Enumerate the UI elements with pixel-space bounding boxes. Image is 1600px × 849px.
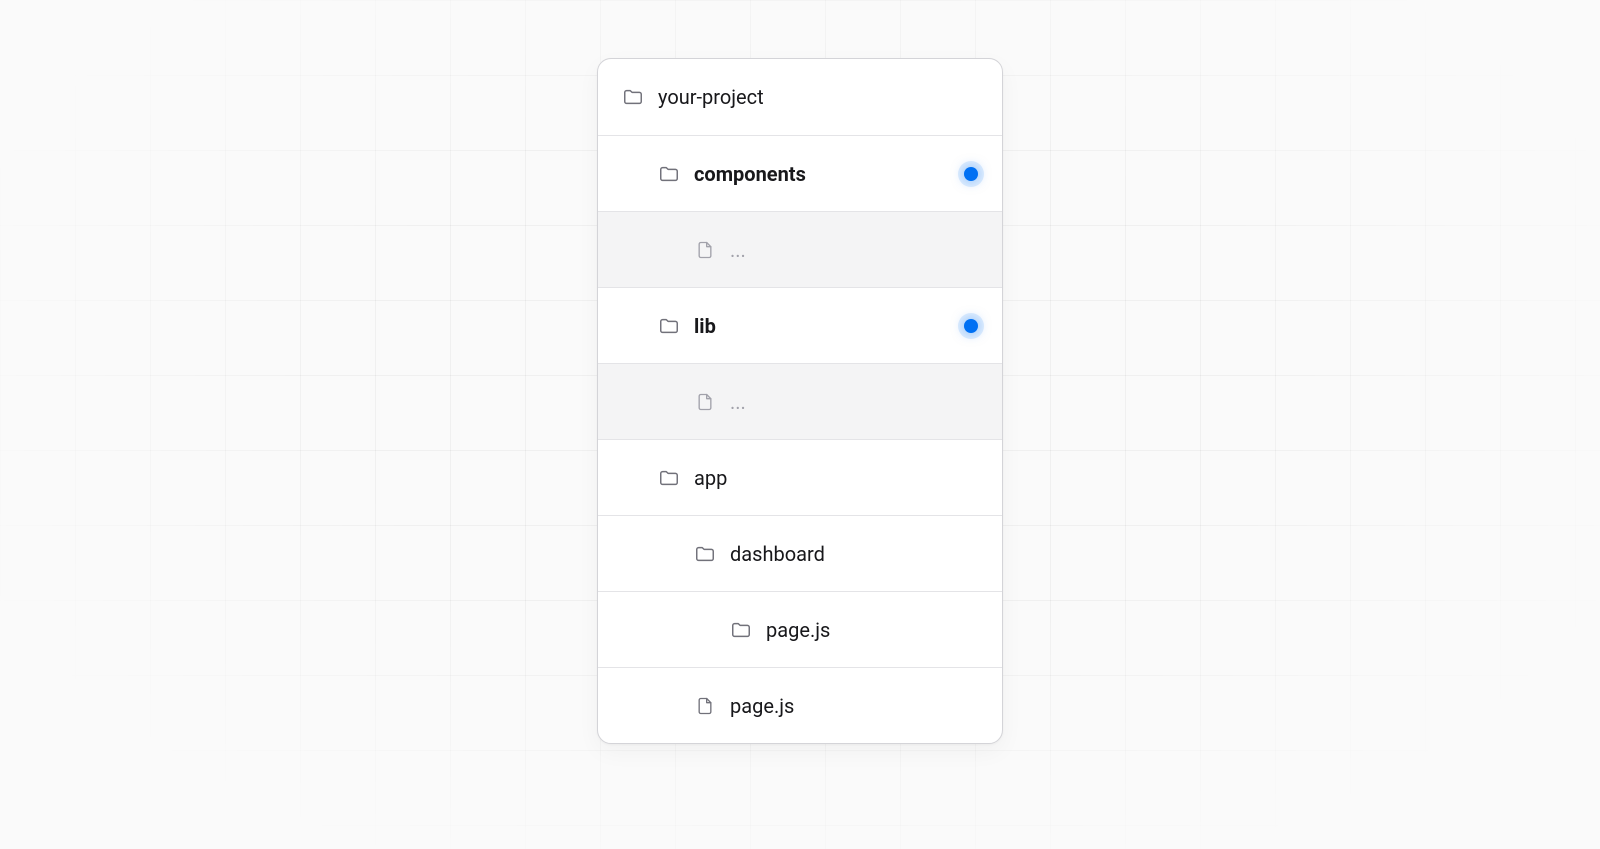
row-app-page[interactable]: page.js (598, 667, 1002, 743)
row-dash-page[interactable]: page.js (598, 591, 1002, 667)
row-label: components (694, 164, 806, 184)
row-lib-x[interactable]: ... (598, 363, 1002, 439)
file-icon (694, 391, 716, 413)
row-label: page.js (730, 696, 794, 716)
folder-icon (622, 86, 644, 108)
file-icon (694, 695, 716, 717)
row-components[interactable]: components (598, 135, 1002, 211)
row-label: your-project (658, 87, 764, 107)
file-tree-card: your-project components ... (597, 58, 1003, 744)
row-lib[interactable]: lib (598, 287, 1002, 363)
folder-icon (730, 619, 752, 641)
folder-icon (694, 543, 716, 565)
row-label: ... (730, 240, 746, 260)
row-label: dashboard (730, 544, 825, 564)
row-dashboard[interactable]: dashboard (598, 515, 1002, 591)
row-label: app (694, 468, 727, 488)
folder-icon (658, 315, 680, 337)
folder-icon (658, 163, 680, 185)
row-label: page.js (766, 620, 830, 640)
row-app[interactable]: app (598, 439, 1002, 515)
row-components-x[interactable]: ... (598, 211, 1002, 287)
row-root[interactable]: your-project (598, 59, 1002, 135)
status-dot (964, 167, 978, 181)
row-label: lib (694, 316, 716, 336)
status-dot (964, 319, 978, 333)
row-label: ... (730, 392, 746, 412)
file-icon (694, 239, 716, 261)
stage: your-project components ... (0, 0, 1600, 849)
folder-icon (658, 467, 680, 489)
